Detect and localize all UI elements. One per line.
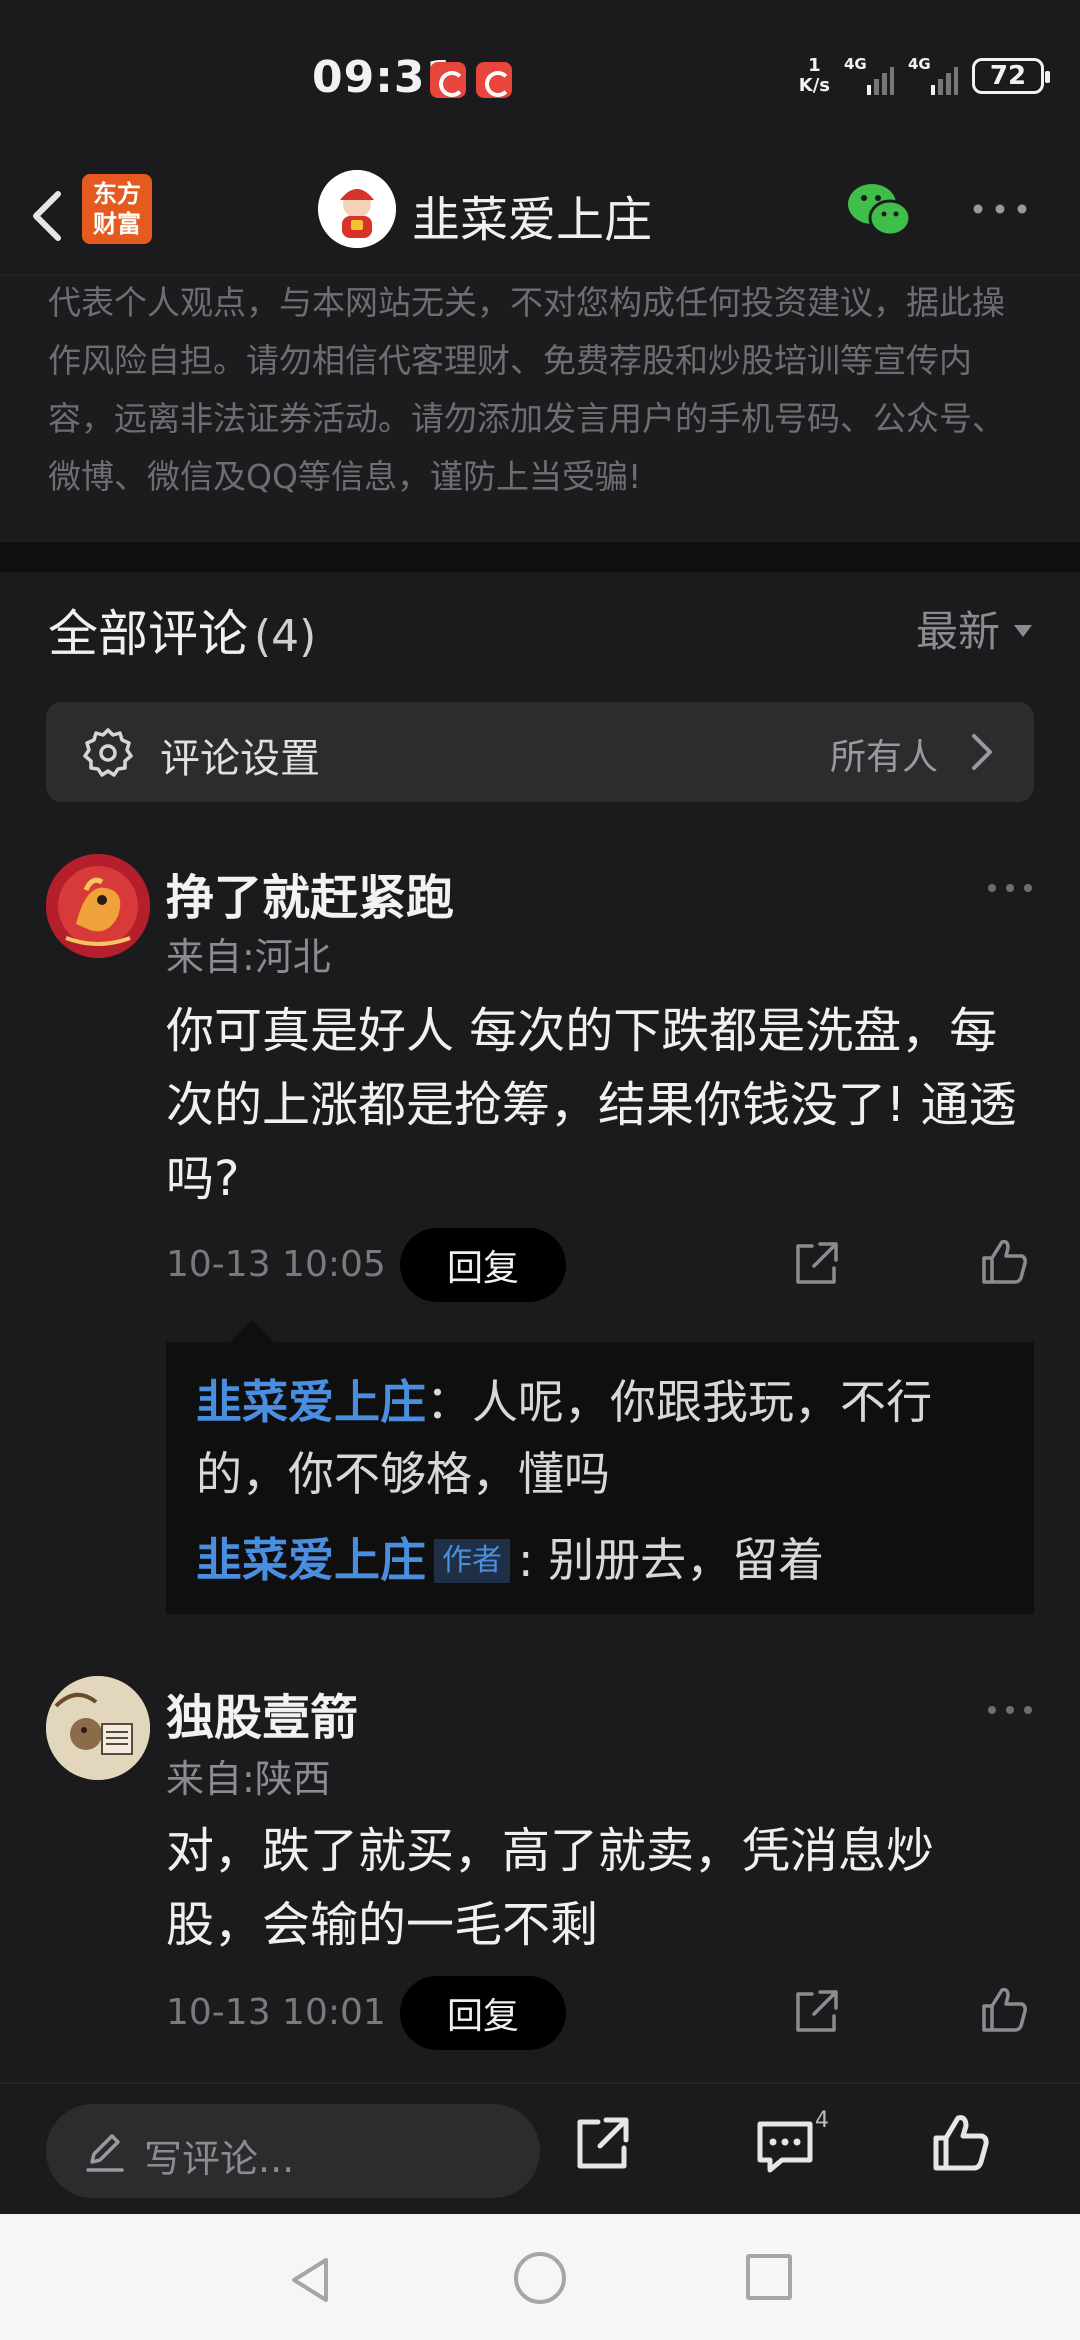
comment-location: 来自:河北: [166, 935, 331, 979]
battery-icon: 72: [972, 58, 1050, 94]
risk-disclaimer: 代表个人观点，与本网站无关，不对您构成任何投资建议，据此操作风险自担。请勿相信代…: [0, 276, 1080, 542]
reply-text: : 别册去，留着: [518, 1533, 825, 1587]
comment-settings-row[interactable]: 评论设置 所有人: [46, 702, 1034, 802]
comment-count-badge: 4: [815, 2108, 829, 2133]
bottom-action-bar: 写评论... 4: [0, 2082, 1080, 2214]
reply-thread: 韭菜爱上庄：人呢，你跟我玩，不行的，你不够格，懂吗 韭菜爱上庄 作者: 别册去，留…: [166, 1320, 1034, 1614]
thumbs-up-icon[interactable]: [978, 1984, 1030, 2036]
app-logo[interactable]: 东方 财富: [82, 174, 152, 244]
share-icon[interactable]: [572, 2114, 632, 2174]
notification-app-icon: [476, 62, 512, 98]
pencil-icon: [86, 2134, 124, 2172]
signal-icon: 4G: [908, 55, 959, 95]
comments-section-title: 全部评论 (4): [48, 605, 317, 663]
commenter-avatar[interactable]: [46, 854, 150, 958]
dropdown-triangle-icon: [1014, 624, 1032, 637]
comment-text: 你可真是好人 每次的下跌都是洗盘，每次的上涨都是抢筹，结果你钱没了! 通透吗?: [166, 1003, 1017, 1207]
painting-avatar-icon: [46, 1676, 150, 1780]
wechat-icon[interactable]: [846, 180, 912, 240]
sort-dropdown[interactable]: 最新: [916, 598, 1032, 659]
settings-label: 评论设置: [160, 736, 320, 782]
back-arrow-icon[interactable]: [20, 184, 80, 248]
status-bar: 09:31 1 K/s 4G 4G 72: [0, 0, 1080, 160]
status-indicators: 1 K/s 4G 4G 72: [798, 55, 1050, 96]
notification-app-icon: [430, 62, 466, 98]
gear-icon: [83, 728, 133, 777]
section-divider: [0, 542, 1080, 572]
screen: 09:31 1 K/s 4G 4G 72 东方 财富 韭菜爱上庄 代表个人观点，…: [0, 0, 1080, 2340]
commenter-name[interactable]: 独股壹箭: [166, 1678, 358, 1748]
reply-button[interactable]: 回复: [400, 1976, 566, 2050]
thumbs-up-icon[interactable]: [978, 1236, 1030, 1288]
reply-author[interactable]: 韭菜爱上庄: [196, 1533, 426, 1587]
dragon-avatar-icon: [46, 854, 150, 958]
system-nav-bar: [0, 2214, 1080, 2340]
commenter-name[interactable]: 挣了就赶紧跑: [166, 858, 454, 928]
author-avatar[interactable]: [318, 170, 396, 248]
comment-location: 来自:陕西: [166, 1757, 331, 1801]
top-nav-bar: 东方 财富 韭菜爱上庄: [0, 160, 1080, 276]
author-badge: 作者: [434, 1539, 510, 1583]
nav-home-icon[interactable]: [514, 2252, 566, 2304]
more-options-icon[interactable]: [986, 1702, 1034, 1718]
write-comment-placeholder: 写评论...: [144, 2137, 295, 2181]
thumbs-up-icon[interactable]: [930, 2112, 992, 2174]
reply-author[interactable]: 韭菜爱上庄: [196, 1375, 426, 1429]
commenter-avatar[interactable]: [46, 1676, 150, 1780]
share-icon[interactable]: [790, 1986, 842, 2038]
reply-item[interactable]: 韭菜爱上庄 作者: 别册去，留着: [196, 1524, 1004, 1596]
more-options-icon[interactable]: [970, 194, 1030, 224]
share-icon[interactable]: [790, 1238, 842, 1290]
write-comment-input[interactable]: 写评论...: [46, 2104, 540, 2198]
reply-item[interactable]: 韭菜爱上庄：人呢，你跟我玩，不行的，你不够格，懂吗: [196, 1366, 1004, 1510]
comment-time: 10-13 10:05: [166, 1244, 386, 1285]
settings-value: 所有人: [829, 737, 938, 778]
comment-bubble-icon[interactable]: [754, 2116, 816, 2176]
comment-time: 10-13 10:01: [166, 1992, 386, 2033]
signal-icon: 4G: [844, 55, 895, 95]
nav-back-icon[interactable]: [286, 2254, 332, 2306]
net-speed: 1 K/s: [798, 55, 830, 96]
more-options-icon[interactable]: [986, 880, 1034, 896]
comment-count: (4): [254, 611, 317, 662]
cartoon-avatar-icon: [318, 170, 396, 248]
nav-recents-icon[interactable]: [746, 2254, 792, 2300]
page-title[interactable]: 韭菜爱上庄: [412, 180, 652, 250]
comment-text: 对，跌了就买，高了就卖，凭消息炒股，会输的一毛不剩: [166, 1823, 935, 1953]
reply-button[interactable]: 回复: [400, 1228, 566, 1302]
chevron-right-icon: [972, 734, 992, 770]
